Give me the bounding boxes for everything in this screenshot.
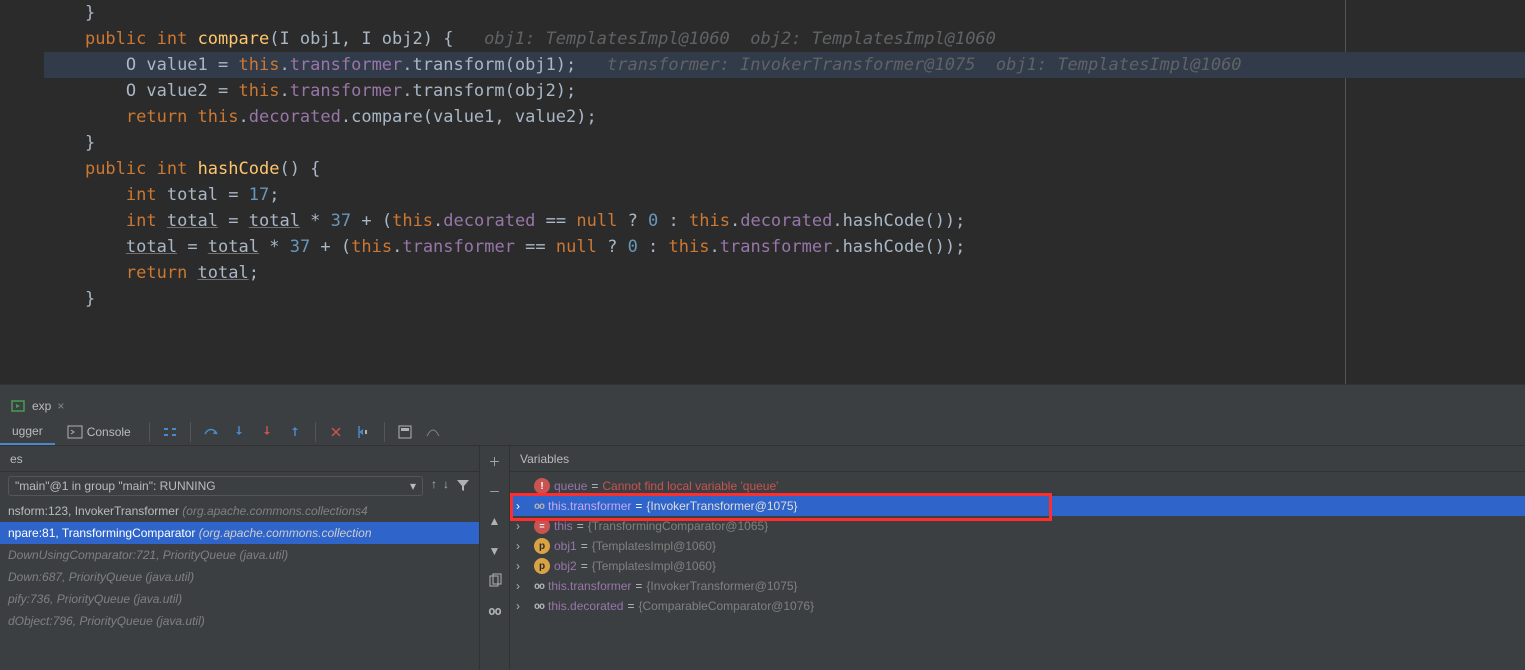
drop-frame-icon[interactable] <box>324 420 348 444</box>
up-icon[interactable]: ▲ <box>486 512 504 530</box>
run-tabs: exp × <box>0 394 1525 418</box>
add-watch-icon[interactable]: ＋ <box>486 452 504 470</box>
chevron-down-icon: ▾ <box>410 479 416 493</box>
variable-row[interactable]: ›= this = {TransformingComparator@1065} <box>510 516 1525 536</box>
variable-row[interactable]: ›oo this.decorated = {ComparableComparat… <box>510 596 1525 616</box>
evaluate-icon[interactable] <box>393 420 417 444</box>
code-line[interactable]: return this.decorated.compare(value1, va… <box>44 104 1525 130</box>
prev-frame-icon[interactable]: ↑ <box>431 477 437 496</box>
threads-icon[interactable] <box>158 420 182 444</box>
param-badge-icon: p <box>534 538 550 554</box>
variable-row[interactable]: ›oo this.transformer = {InvokerTransform… <box>510 496 1525 516</box>
code-line[interactable]: } <box>44 286 1525 312</box>
variable-row[interactable]: ! queue = Cannot find local variable 'qu… <box>510 476 1525 496</box>
variables-header: Variables <box>510 446 1525 472</box>
watch-badge-icon: oo <box>534 578 544 594</box>
code-line[interactable]: return total; <box>44 260 1525 286</box>
code-line[interactable]: O value2 = this.transformer.transform(ob… <box>44 78 1525 104</box>
variables-gutter: ＋ － ▲ ▼ oo <box>480 446 510 670</box>
code-line[interactable]: O value1 = this.transformer.transform(ob… <box>44 52 1525 78</box>
step-out-icon[interactable] <box>283 420 307 444</box>
run-tab-label: exp <box>32 399 51 413</box>
watch-badge-icon: oo <box>534 498 544 514</box>
variables-list[interactable]: ! queue = Cannot find local variable 'qu… <box>510 472 1525 620</box>
stack-frame-row[interactable]: Down:687, PriorityQueue (java.util) <box>0 566 479 588</box>
code-line[interactable]: } <box>44 0 1525 26</box>
code-line[interactable]: public int compare(I obj1, I obj2) { obj… <box>44 26 1525 52</box>
editor-scrollbar[interactable] <box>0 384 1525 394</box>
trace-icon[interactable] <box>421 420 445 444</box>
run-profile-icon <box>10 398 26 414</box>
frames-header-label: es <box>0 446 479 472</box>
variables-pane: ＋ － ▲ ▼ oo Variables ! queue = Cannot fi… <box>480 446 1525 670</box>
tab-console[interactable]: Console <box>55 418 143 445</box>
code-editor[interactable]: } public int compare(I obj1, I obj2) { o… <box>0 0 1525 384</box>
step-into-icon[interactable] <box>227 420 251 444</box>
code-line[interactable]: total = total * 37 + (this.transformer =… <box>44 234 1525 260</box>
frames-pane: es "main"@1 in group "main": RUNNING ▾ ↑… <box>0 446 480 670</box>
stack-frame-row[interactable]: dObject:796, PriorityQueue (java.util) <box>0 610 479 632</box>
stack-frame-row[interactable]: DownUsingComparator:721, PriorityQueue (… <box>0 544 479 566</box>
stack-frame-row[interactable]: npare:81, TransformingComparator (org.ap… <box>0 522 479 544</box>
down-icon[interactable]: ▼ <box>486 542 504 560</box>
stack-frame-row[interactable]: nsform:123, InvokerTransformer (org.apac… <box>0 500 479 522</box>
err-badge-icon: ! <box>534 478 550 494</box>
filter-icon[interactable] <box>455 477 471 496</box>
remove-watch-icon[interactable]: － <box>486 482 504 500</box>
close-icon[interactable]: × <box>57 399 64 413</box>
call-stack-list[interactable]: nsform:123, InvokerTransformer (org.apac… <box>0 500 479 632</box>
step-over-icon[interactable] <box>199 420 223 444</box>
param-badge-icon: p <box>534 558 550 574</box>
variable-row[interactable]: ›p obj1 = {TemplatesImpl@1060} <box>510 536 1525 556</box>
variable-row[interactable]: ›p obj2 = {TemplatesImpl@1060} <box>510 556 1525 576</box>
copy-icon[interactable] <box>486 572 504 590</box>
glasses-icon[interactable]: oo <box>486 602 504 620</box>
thread-selector[interactable]: "main"@1 in group "main": RUNNING ▾ <box>8 476 423 496</box>
force-step-into-icon[interactable] <box>255 420 279 444</box>
next-frame-icon[interactable]: ↓ <box>443 477 449 496</box>
console-icon <box>67 424 83 440</box>
tab-debugger[interactable]: ugger <box>0 418 55 445</box>
debug-toolbar: ugger Console <box>0 418 1525 446</box>
watch-badge-icon: oo <box>534 598 544 614</box>
run-tab-exp[interactable]: exp × <box>2 396 72 416</box>
debug-panes: es "main"@1 in group "main": RUNNING ▾ ↑… <box>0 446 1525 670</box>
code-line[interactable]: } <box>44 130 1525 156</box>
variable-row[interactable]: ›oo this.transformer = {InvokerTransform… <box>510 576 1525 596</box>
that-badge-icon: = <box>534 518 550 534</box>
code-line[interactable]: int total = 17; <box>44 182 1525 208</box>
run-to-cursor-icon[interactable] <box>352 420 376 444</box>
stack-frame-row[interactable]: pify:736, PriorityQueue (java.util) <box>0 588 479 610</box>
code-line[interactable]: int total = total * 37 + (this.decorated… <box>44 208 1525 234</box>
code-line[interactable]: public int hashCode() { <box>44 156 1525 182</box>
